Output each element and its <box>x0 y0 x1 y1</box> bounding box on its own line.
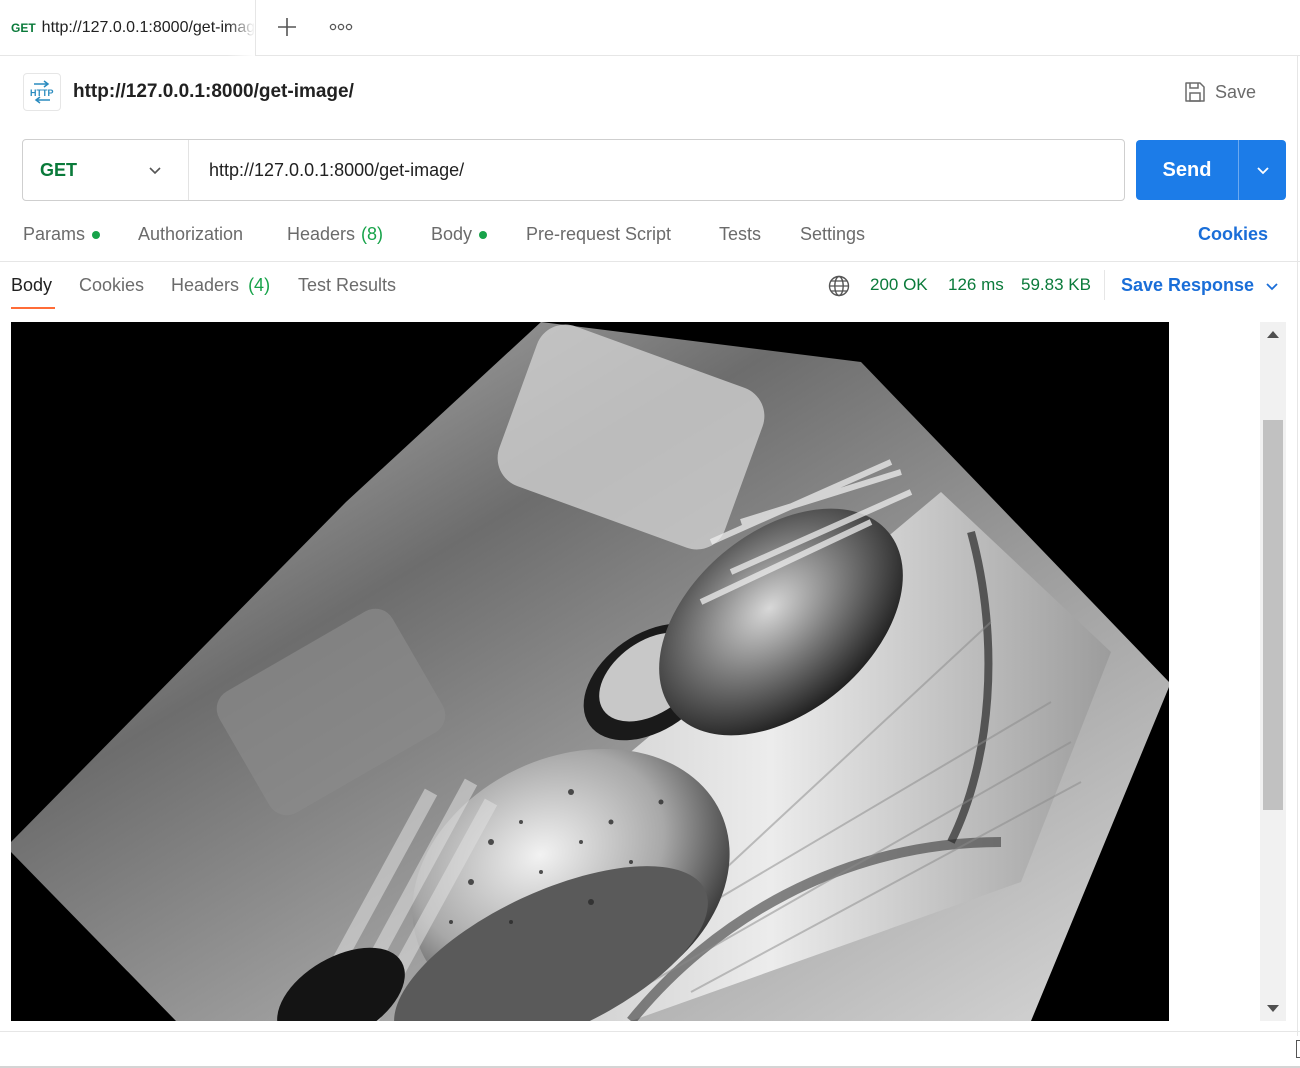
divider <box>0 261 1300 262</box>
tab-headers[interactable]: Headers (8) <box>287 224 383 245</box>
http-request-icon: HTTP <box>23 73 61 111</box>
response-tab-body[interactable]: Body <box>11 275 52 296</box>
request-name[interactable]: http://127.0.0.1:8000/get-image/ <box>73 81 354 103</box>
status-divider <box>1104 270 1105 300</box>
resize-handle[interactable] <box>1296 1040 1300 1058</box>
body-indicator-dot <box>479 230 488 239</box>
tab-headers-label: Headers <box>287 224 356 244</box>
save-response-label: Save Response <box>1121 275 1255 295</box>
image-scrollbar[interactable] <box>1260 322 1286 1021</box>
active-tab-indicator <box>11 307 55 309</box>
chevron-down-icon <box>1256 167 1269 175</box>
tab-settings-label: Settings <box>800 224 866 244</box>
tab-tests-label: Tests <box>719 224 762 244</box>
headers-count: (8) <box>361 224 384 244</box>
plus-icon <box>278 18 296 36</box>
new-tab-button[interactable] <box>270 10 304 44</box>
response-tab-cookies[interactable]: Cookies <box>79 275 144 296</box>
tab-tests[interactable]: Tests <box>719 224 761 245</box>
bottom-divider <box>0 1031 1300 1032</box>
tab-authorization-label: Authorization <box>138 224 244 244</box>
svg-text:HTTP: HTTP <box>30 88 54 98</box>
panel-edge <box>1297 56 1298 1036</box>
tab-method: GET <box>11 21 36 35</box>
url-bar: GET <box>22 139 1125 201</box>
params-indicator-dot <box>92 230 101 239</box>
tab-prerequest-label: Pre-request Script <box>526 224 672 244</box>
response-time[interactable]: 126 ms <box>948 275 1004 295</box>
tab-body-label: Body <box>431 224 473 244</box>
tab-authorization[interactable]: Authorization <box>138 224 243 245</box>
save-response-button[interactable]: Save Response <box>1121 275 1280 296</box>
scroll-thumb[interactable] <box>1263 420 1283 810</box>
tab-fade <box>227 0 255 56</box>
method-select[interactable]: GET <box>23 140 189 200</box>
status-code[interactable]: 200 OK <box>870 275 928 295</box>
response-tab-test-results[interactable]: Test Results <box>298 275 396 296</box>
chevron-down-icon <box>1266 282 1278 290</box>
response-size[interactable]: 59.83 KB <box>1021 275 1091 295</box>
send-button[interactable]: Send <box>1136 140 1238 200</box>
tab-params[interactable]: Params <box>23 224 101 245</box>
response-tab-headers-label: Headers <box>171 275 240 295</box>
scroll-down-arrow[interactable] <box>1267 1005 1279 1012</box>
cookies-link[interactable]: Cookies <box>1198 224 1268 245</box>
response-headers-count: (4) <box>248 275 271 295</box>
globe-icon[interactable] <box>828 275 850 297</box>
save-icon <box>1185 82 1205 102</box>
response-image-preview <box>11 322 1169 1021</box>
request-tab[interactable]: GET http://127.0.0.1:8000/get-image/ <box>0 0 256 56</box>
image-canvas <box>11 322 1169 1021</box>
scroll-up-arrow[interactable] <box>1267 331 1279 338</box>
tab-params-label: Params <box>23 224 86 244</box>
save-label: Save <box>1215 81 1257 102</box>
send-options-button[interactable] <box>1239 140 1286 200</box>
chevron-down-icon <box>149 167 161 175</box>
save-button[interactable]: Save <box>1183 74 1275 110</box>
more-horizontal-icon <box>329 23 353 31</box>
request-tabs: Params Authorization Headers (8) Body Pre… <box>0 214 1300 260</box>
tab-prerequest-script[interactable]: Pre-request Script <box>526 224 671 245</box>
response-tab-headers[interactable]: Headers (4) <box>171 275 270 296</box>
tab-title: http://127.0.0.1:8000/get-image/ <box>41 19 256 36</box>
send-button-group: Send <box>1136 140 1286 200</box>
tab-body[interactable]: Body <box>431 224 488 245</box>
url-input[interactable] <box>209 140 1109 200</box>
tab-settings[interactable]: Settings <box>800 224 865 245</box>
method-value: GET <box>40 159 78 180</box>
more-tabs-button[interactable] <box>324 10 358 44</box>
tab-strip: GET http://127.0.0.1:8000/get-image/ <box>0 0 1300 56</box>
